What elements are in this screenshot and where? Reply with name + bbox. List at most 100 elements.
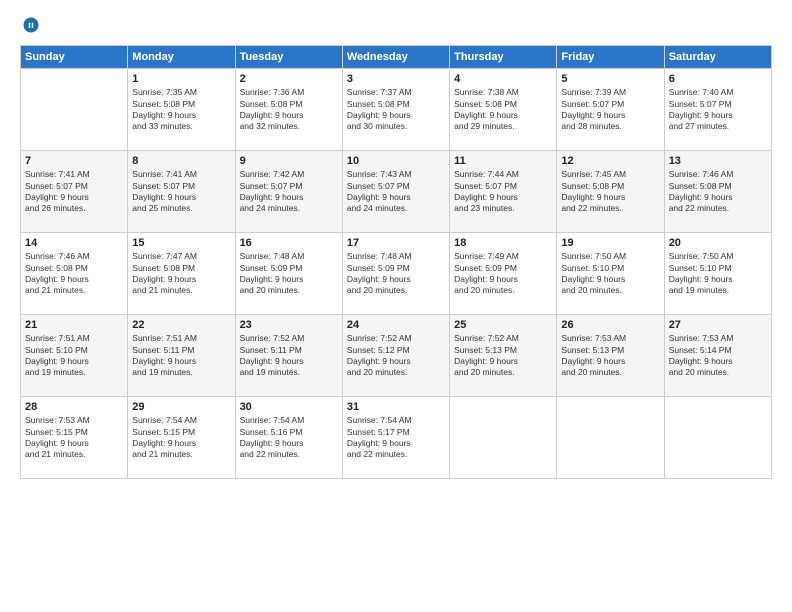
day-number: 26 xyxy=(561,318,659,333)
day-info: Sunrise: 7:53 AM Sunset: 5:14 PM Dayligh… xyxy=(669,333,767,377)
calendar-cell: 18Sunrise: 7:49 AM Sunset: 5:09 PM Dayli… xyxy=(450,232,557,314)
day-number: 23 xyxy=(240,318,338,333)
logo-icon xyxy=(22,16,40,34)
calendar-cell: 9Sunrise: 7:42 AM Sunset: 5:07 PM Daylig… xyxy=(235,150,342,232)
calendar-cell: 28Sunrise: 7:53 AM Sunset: 5:15 PM Dayli… xyxy=(21,396,128,478)
day-number: 17 xyxy=(347,236,445,251)
calendar-table: SundayMondayTuesdayWednesdayThursdayFrid… xyxy=(20,45,772,479)
day-info: Sunrise: 7:46 AM Sunset: 5:08 PM Dayligh… xyxy=(669,169,767,213)
day-number: 25 xyxy=(454,318,552,333)
page: SundayMondayTuesdayWednesdayThursdayFrid… xyxy=(0,0,792,612)
day-info: Sunrise: 7:50 AM Sunset: 5:10 PM Dayligh… xyxy=(561,251,659,295)
day-info: Sunrise: 7:51 AM Sunset: 5:11 PM Dayligh… xyxy=(132,333,230,377)
weekday-header-sunday: Sunday xyxy=(21,45,128,68)
day-number: 20 xyxy=(669,236,767,251)
day-number: 16 xyxy=(240,236,338,251)
day-info: Sunrise: 7:38 AM Sunset: 5:08 PM Dayligh… xyxy=(454,87,552,131)
calendar-cell: 15Sunrise: 7:47 AM Sunset: 5:08 PM Dayli… xyxy=(128,232,235,314)
calendar-cell: 13Sunrise: 7:46 AM Sunset: 5:08 PM Dayli… xyxy=(664,150,771,232)
calendar-cell: 8Sunrise: 7:41 AM Sunset: 5:07 PM Daylig… xyxy=(128,150,235,232)
day-number: 24 xyxy=(347,318,445,333)
day-number: 30 xyxy=(240,400,338,415)
calendar-cell: 25Sunrise: 7:52 AM Sunset: 5:13 PM Dayli… xyxy=(450,314,557,396)
calendar-cell: 11Sunrise: 7:44 AM Sunset: 5:07 PM Dayli… xyxy=(450,150,557,232)
calendar-cell: 31Sunrise: 7:54 AM Sunset: 5:17 PM Dayli… xyxy=(342,396,449,478)
day-number: 9 xyxy=(240,154,338,169)
day-number: 11 xyxy=(454,154,552,169)
day-number: 5 xyxy=(561,72,659,87)
day-info: Sunrise: 7:52 AM Sunset: 5:11 PM Dayligh… xyxy=(240,333,338,377)
week-row-2: 14Sunrise: 7:46 AM Sunset: 5:08 PM Dayli… xyxy=(21,232,772,314)
day-number: 19 xyxy=(561,236,659,251)
day-number: 31 xyxy=(347,400,445,415)
day-number: 21 xyxy=(25,318,123,333)
calendar-cell: 12Sunrise: 7:45 AM Sunset: 5:08 PM Dayli… xyxy=(557,150,664,232)
day-info: Sunrise: 7:54 AM Sunset: 5:16 PM Dayligh… xyxy=(240,415,338,459)
calendar-cell: 19Sunrise: 7:50 AM Sunset: 5:10 PM Dayli… xyxy=(557,232,664,314)
weekday-header-saturday: Saturday xyxy=(664,45,771,68)
day-info: Sunrise: 7:54 AM Sunset: 5:15 PM Dayligh… xyxy=(132,415,230,459)
calendar-cell: 2Sunrise: 7:36 AM Sunset: 5:08 PM Daylig… xyxy=(235,68,342,150)
day-info: Sunrise: 7:37 AM Sunset: 5:08 PM Dayligh… xyxy=(347,87,445,131)
weekday-header-tuesday: Tuesday xyxy=(235,45,342,68)
calendar-cell xyxy=(450,396,557,478)
day-number: 12 xyxy=(561,154,659,169)
calendar-cell: 17Sunrise: 7:48 AM Sunset: 5:09 PM Dayli… xyxy=(342,232,449,314)
week-row-4: 28Sunrise: 7:53 AM Sunset: 5:15 PM Dayli… xyxy=(21,396,772,478)
day-info: Sunrise: 7:51 AM Sunset: 5:10 PM Dayligh… xyxy=(25,333,123,377)
day-number: 22 xyxy=(132,318,230,333)
day-info: Sunrise: 7:47 AM Sunset: 5:08 PM Dayligh… xyxy=(132,251,230,295)
day-info: Sunrise: 7:45 AM Sunset: 5:08 PM Dayligh… xyxy=(561,169,659,213)
weekday-header-friday: Friday xyxy=(557,45,664,68)
calendar-cell: 3Sunrise: 7:37 AM Sunset: 5:08 PM Daylig… xyxy=(342,68,449,150)
calendar-cell: 24Sunrise: 7:52 AM Sunset: 5:12 PM Dayli… xyxy=(342,314,449,396)
day-info: Sunrise: 7:36 AM Sunset: 5:08 PM Dayligh… xyxy=(240,87,338,131)
day-number: 27 xyxy=(669,318,767,333)
day-info: Sunrise: 7:44 AM Sunset: 5:07 PM Dayligh… xyxy=(454,169,552,213)
weekday-header-row: SundayMondayTuesdayWednesdayThursdayFrid… xyxy=(21,45,772,68)
week-row-1: 7Sunrise: 7:41 AM Sunset: 5:07 PM Daylig… xyxy=(21,150,772,232)
day-number: 6 xyxy=(669,72,767,87)
calendar-cell: 21Sunrise: 7:51 AM Sunset: 5:10 PM Dayli… xyxy=(21,314,128,396)
calendar-cell: 22Sunrise: 7:51 AM Sunset: 5:11 PM Dayli… xyxy=(128,314,235,396)
day-info: Sunrise: 7:48 AM Sunset: 5:09 PM Dayligh… xyxy=(240,251,338,295)
day-info: Sunrise: 7:41 AM Sunset: 5:07 PM Dayligh… xyxy=(25,169,123,213)
day-info: Sunrise: 7:52 AM Sunset: 5:12 PM Dayligh… xyxy=(347,333,445,377)
calendar-cell: 26Sunrise: 7:53 AM Sunset: 5:13 PM Dayli… xyxy=(557,314,664,396)
logo xyxy=(20,16,42,35)
day-number: 29 xyxy=(132,400,230,415)
calendar-cell: 4Sunrise: 7:38 AM Sunset: 5:08 PM Daylig… xyxy=(450,68,557,150)
calendar-cell: 5Sunrise: 7:39 AM Sunset: 5:07 PM Daylig… xyxy=(557,68,664,150)
weekday-header-wednesday: Wednesday xyxy=(342,45,449,68)
day-info: Sunrise: 7:39 AM Sunset: 5:07 PM Dayligh… xyxy=(561,87,659,131)
day-number: 2 xyxy=(240,72,338,87)
day-number: 13 xyxy=(669,154,767,169)
week-row-3: 21Sunrise: 7:51 AM Sunset: 5:10 PM Dayli… xyxy=(21,314,772,396)
day-info: Sunrise: 7:35 AM Sunset: 5:08 PM Dayligh… xyxy=(132,87,230,131)
day-number: 18 xyxy=(454,236,552,251)
day-info: Sunrise: 7:54 AM Sunset: 5:17 PM Dayligh… xyxy=(347,415,445,459)
day-info: Sunrise: 7:41 AM Sunset: 5:07 PM Dayligh… xyxy=(132,169,230,213)
calendar-cell: 27Sunrise: 7:53 AM Sunset: 5:14 PM Dayli… xyxy=(664,314,771,396)
day-number: 15 xyxy=(132,236,230,251)
calendar-cell xyxy=(664,396,771,478)
calendar-cell: 30Sunrise: 7:54 AM Sunset: 5:16 PM Dayli… xyxy=(235,396,342,478)
day-info: Sunrise: 7:43 AM Sunset: 5:07 PM Dayligh… xyxy=(347,169,445,213)
calendar-cell: 6Sunrise: 7:40 AM Sunset: 5:07 PM Daylig… xyxy=(664,68,771,150)
day-number: 3 xyxy=(347,72,445,87)
weekday-header-thursday: Thursday xyxy=(450,45,557,68)
day-info: Sunrise: 7:46 AM Sunset: 5:08 PM Dayligh… xyxy=(25,251,123,295)
day-info: Sunrise: 7:52 AM Sunset: 5:13 PM Dayligh… xyxy=(454,333,552,377)
calendar-cell: 20Sunrise: 7:50 AM Sunset: 5:10 PM Dayli… xyxy=(664,232,771,314)
day-info: Sunrise: 7:50 AM Sunset: 5:10 PM Dayligh… xyxy=(669,251,767,295)
day-info: Sunrise: 7:53 AM Sunset: 5:13 PM Dayligh… xyxy=(561,333,659,377)
calendar-cell: 23Sunrise: 7:52 AM Sunset: 5:11 PM Dayli… xyxy=(235,314,342,396)
day-info: Sunrise: 7:48 AM Sunset: 5:09 PM Dayligh… xyxy=(347,251,445,295)
week-row-0: 1Sunrise: 7:35 AM Sunset: 5:08 PM Daylig… xyxy=(21,68,772,150)
calendar-cell: 7Sunrise: 7:41 AM Sunset: 5:07 PM Daylig… xyxy=(21,150,128,232)
calendar-cell: 29Sunrise: 7:54 AM Sunset: 5:15 PM Dayli… xyxy=(128,396,235,478)
calendar-cell: 16Sunrise: 7:48 AM Sunset: 5:09 PM Dayli… xyxy=(235,232,342,314)
calendar-cell xyxy=(557,396,664,478)
weekday-header-monday: Monday xyxy=(128,45,235,68)
day-info: Sunrise: 7:53 AM Sunset: 5:15 PM Dayligh… xyxy=(25,415,123,459)
